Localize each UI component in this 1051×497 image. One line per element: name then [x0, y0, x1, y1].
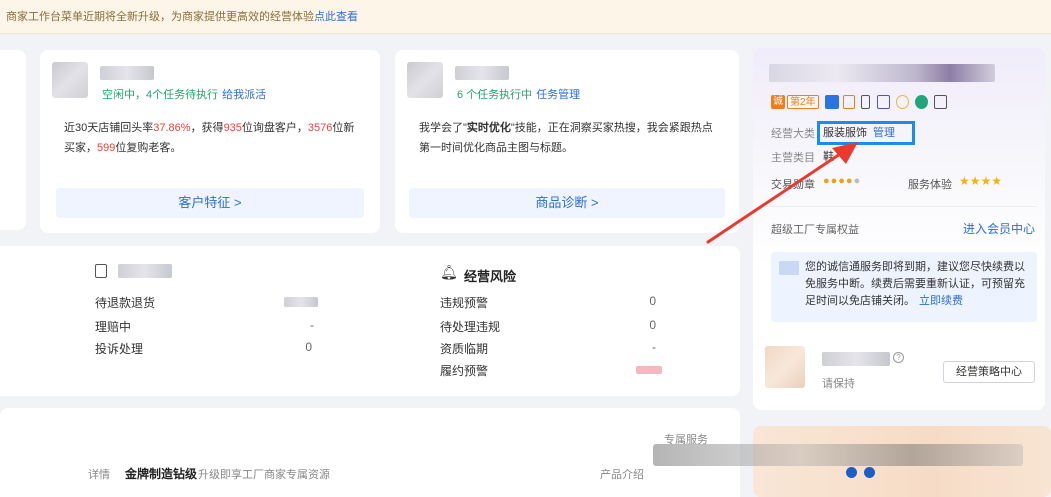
divider: [765, 206, 1037, 207]
gold-level-subtitle: 升级即享工厂商家专属资源: [198, 469, 330, 481]
return-rate: 37.86%: [153, 122, 191, 134]
aftersales-row-label: 投诉处理: [95, 342, 144, 356]
renewal-text-line: 足时间以免店铺关闭。: [805, 295, 915, 307]
risk-row-label: 资质临期: [440, 342, 489, 356]
notice-link[interactable]: 点此查看: [314, 11, 358, 23]
shield-icon: [843, 95, 855, 109]
section-title-redacted: [118, 264, 172, 278]
assign-task-link[interactable]: 给我派活: [222, 89, 266, 101]
highlight-box: [817, 121, 915, 145]
product-task-card: 6 个任务执行中 任务管理 我学会了"实时优化"技能，正在洞察买家热搜，我会紧跟热…: [395, 50, 739, 233]
risk-row-value: -: [652, 340, 656, 354]
manager-status: 请保持: [822, 378, 855, 390]
document-icon: [95, 264, 107, 278]
aftersales-row-value: 0: [305, 340, 312, 354]
aftersales-value-redacted: [284, 297, 318, 307]
product-diagnosis-button[interactable]: 商品诊断 >: [409, 188, 725, 218]
customer-features-button[interactable]: 客户特征 >: [56, 188, 364, 218]
info-icon: [779, 261, 799, 275]
desc-text: 位询盘客户，: [241, 122, 308, 134]
banner-dot-icon: [864, 467, 875, 478]
renewal-text-line: 免服务中断。续费后需要重新认证，可预留充: [805, 278, 1025, 290]
task-management-link[interactable]: 任务管理: [536, 89, 580, 101]
customer-task-card: 空闲中，4个任务待执行 给我派活 近30天店铺回头率37.86%，获得935位询盘…: [40, 50, 380, 233]
shop-name-redacted: [769, 64, 995, 82]
desc-text: ，获得: [190, 122, 224, 134]
coin-icon: [896, 95, 909, 109]
desc-text: "技能，正在洞察买家热搜，我会紧跟热点: [510, 122, 713, 134]
trust-icon: [825, 95, 839, 109]
detail-label: 详情: [88, 469, 110, 481]
desc-text: 位复购老客。: [115, 142, 182, 154]
membership-upgrade-card: 详情 金牌制造钻级 升级即享工厂商家专属资源 产品介绍 专属服务: [0, 408, 740, 497]
risk-row-value: 0: [649, 318, 656, 332]
left-edge-card: [0, 50, 26, 230]
product-desc: 我学会了"实时优化"技能，正在洞察买家热搜，我会紧跟热点 第一时间优化商品主图与…: [419, 118, 734, 158]
product-intro-label: 产品介绍: [600, 469, 644, 481]
manager-avatar: [765, 346, 805, 388]
notice-bar: 商家工作台菜单近期将全新升级，为商家提供更高效的经营体验点此查看: [0, 0, 1051, 34]
aftersales-row-label: 理赔中: [95, 320, 132, 334]
phone-icon: [861, 95, 870, 109]
desc-text: 位新: [332, 122, 355, 134]
main-category-label: 主营类目: [771, 152, 815, 164]
customer-status-text: 空闲中，4个任务待执行: [102, 89, 219, 101]
repeat-buyer-count: 599: [97, 142, 116, 154]
service-stars: ★★★★: [959, 174, 1003, 188]
inquiry-count: 935: [223, 122, 242, 134]
trade-medal-label: 交易勋章: [771, 179, 815, 191]
help-icon[interactable]: ?: [893, 352, 904, 363]
risk-row-label: 待处理违规: [440, 320, 501, 334]
manager-name-redacted: [822, 352, 890, 366]
renewal-text-line: 您的诚信通服务即将到期，建议您尽快续费以: [805, 261, 1025, 273]
banner-dot-icon: [846, 467, 857, 478]
risk-row-value: 0: [649, 294, 656, 308]
customer-desc: 近30天店铺回头率37.86%，获得935位询盘客户，3576位新 买家，599…: [64, 118, 374, 158]
new-buyer-count: 3576: [307, 122, 333, 134]
member-center-link[interactable]: 进入会员中心: [963, 220, 1035, 237]
desc-text: 买家，: [64, 142, 97, 154]
certificate-icon: [877, 95, 890, 109]
risk-title: 经营风险: [464, 269, 517, 284]
agent-avatar: [407, 62, 443, 98]
renew-now-link[interactable]: 立即续费: [919, 295, 963, 307]
main-category-value: 鞋: [823, 151, 834, 163]
customer-status: 空闲中，4个任务待执行 给我派活: [102, 86, 266, 102]
product-status-text: 6 个任务执行中: [457, 89, 533, 101]
year-badge: 第2年: [787, 95, 819, 109]
agent-avatar: [52, 62, 88, 98]
aftersales-row-label: 待退款退货: [95, 296, 156, 310]
desc-text: 我学会了": [419, 122, 467, 134]
renewal-notice: 您的诚信通服务即将到期，建议您尽快续费以 免服务中断。续费后需要重新认证，可预留…: [771, 252, 1037, 322]
desc-text: 近30天店铺回头率: [64, 122, 154, 134]
notice-text: 商家工作台菜单近期将全新升级，为商家提供更高效的经营体验: [6, 11, 314, 23]
scope-label: 经营大类: [771, 128, 815, 140]
metrics-card: 待退款退货 理赔中 - 投诉处理 0 🔔︎ 经营风险 违规预警 0 待处理违规 …: [0, 246, 740, 396]
status-dot-icon: [915, 95, 928, 109]
risk-row-label: 履约预警: [440, 364, 489, 378]
product-status: 6 个任务执行中 任务管理: [457, 86, 580, 102]
agent-name-redacted: [100, 66, 154, 80]
strategy-center-button[interactable]: 经营策略中心: [943, 361, 1035, 383]
aftersales-row-value: -: [310, 318, 314, 332]
goods-icon: [934, 95, 947, 109]
desc-text: 第一时间优化商品主图与标题。: [419, 142, 573, 154]
cxt-badge: 诚: [771, 95, 785, 109]
fulfillment-warning-redacted: [636, 366, 662, 374]
service-label: 服务体验: [908, 179, 952, 191]
gold-level-title: 金牌制造钻级: [125, 467, 198, 481]
agent-name-redacted: [455, 66, 509, 80]
rights-title: 超级工厂专属权益: [771, 224, 859, 236]
realtime-optimize-highlight: 实时优化: [466, 122, 511, 134]
renewal-text: 您的诚信通服务即将到期，建议您尽快续费以 免服务中断。续费后需要重新认证，可预留…: [805, 259, 1035, 310]
trade-medal-icons: ●●●●●: [823, 175, 862, 187]
bell-icon: 🔔︎: [440, 264, 458, 280]
risk-row-label: 违规预警: [440, 296, 489, 310]
banner-text-redacted: [653, 444, 1023, 466]
promo-banner[interactable]: [653, 426, 1051, 497]
